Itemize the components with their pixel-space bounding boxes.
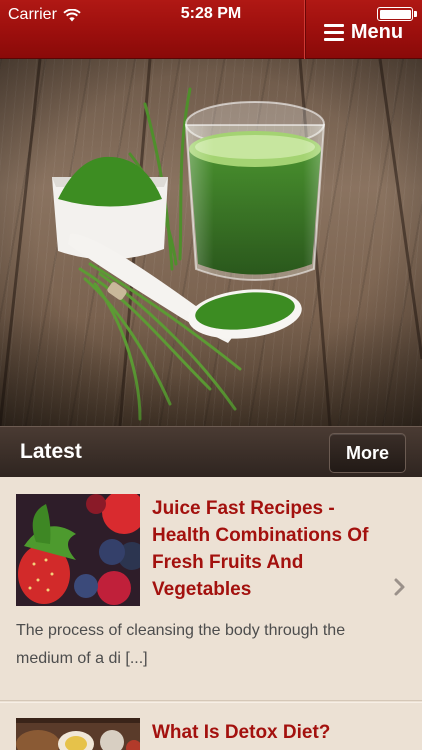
hero-image [0, 59, 422, 426]
menu-label: Menu [350, 21, 404, 43]
list-item[interactable]: What Is Detox Diet? [0, 702, 422, 750]
menu-button[interactable]: Menu [304, 0, 422, 59]
berries-thumbnail [16, 494, 140, 606]
article-title[interactable]: What Is Detox Diet? [152, 719, 382, 746]
list-item[interactable]: Juice Fast Recipes - Health Combinations… [0, 477, 422, 701]
hero-illustration [0, 59, 422, 426]
app-screen: Carrier 5:28 PM Menu Latest More Juice F… [0, 0, 422, 750]
hamburger-icon [323, 24, 344, 41]
section-header: Latest More [0, 426, 422, 477]
top-bar: Carrier 5:28 PM Menu [0, 0, 422, 59]
article-title[interactable]: Juice Fast Recipes - Health Combinations… [152, 495, 382, 603]
detox-foods-thumbnail [16, 718, 140, 750]
more-button[interactable]: More [329, 433, 406, 473]
chevron-right-icon [394, 578, 405, 596]
section-title: Latest [20, 440, 82, 463]
article-excerpt: The process of cleansing the body throug… [16, 622, 346, 667]
